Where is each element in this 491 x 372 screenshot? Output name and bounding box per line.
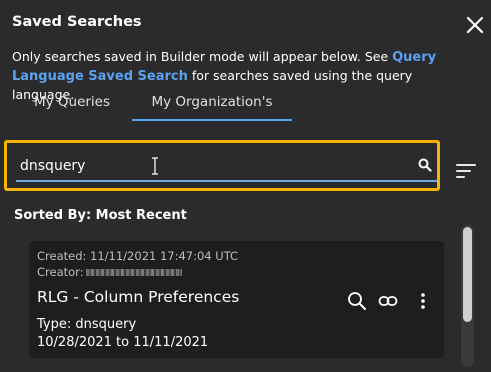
scrollbar-thumb[interactable]: [463, 227, 472, 322]
search-input-underline: [16, 180, 437, 182]
run-search-button[interactable]: [347, 291, 367, 311]
saved-searches-dialog: Saved Searches Only searches saved in Bu…: [0, 0, 491, 372]
more-vert-icon: [421, 293, 425, 309]
tab-bar: My Queries My Organization's: [12, 88, 478, 122]
sort-icon: [456, 164, 476, 178]
saved-search-title: RLG - Column Preferences: [37, 288, 240, 306]
search-icon: [418, 158, 432, 172]
dialog-title: Saved Searches: [12, 14, 142, 30]
close-button[interactable]: [466, 16, 484, 34]
search-button[interactable]: [418, 157, 432, 172]
date-range: 10/28/2021 to 11/11/2021: [37, 335, 209, 350]
close-icon: [466, 16, 484, 34]
tab-my-organizations[interactable]: My Organization's: [132, 88, 292, 122]
sorted-by-label: Sorted By: Most Recent: [14, 208, 187, 223]
tab-my-queries[interactable]: My Queries: [12, 88, 132, 122]
creator-label: Creator:: [37, 265, 84, 279]
text-cursor-icon: [152, 157, 158, 175]
active-tab-indicator: [132, 119, 292, 121]
link-icon: [378, 296, 398, 306]
search-type: Type: dnsquery: [37, 317, 137, 332]
more-options-button[interactable]: [413, 291, 433, 311]
redacted-creator-name: [85, 269, 182, 276]
search-input[interactable]: [18, 154, 417, 178]
created-timestamp: Created: 11/11/2021 17:47:04 UTC: [37, 249, 239, 263]
description-text: Only searches saved in Builder mode will…: [12, 49, 393, 64]
creator-row: Creator:: [37, 265, 182, 279]
copy-link-button[interactable]: [378, 291, 398, 311]
saved-search-card[interactable]: Created: 11/11/2021 17:47:04 UTC Creator…: [29, 241, 444, 358]
search-icon: [348, 292, 366, 310]
sort-button[interactable]: [455, 161, 477, 181]
